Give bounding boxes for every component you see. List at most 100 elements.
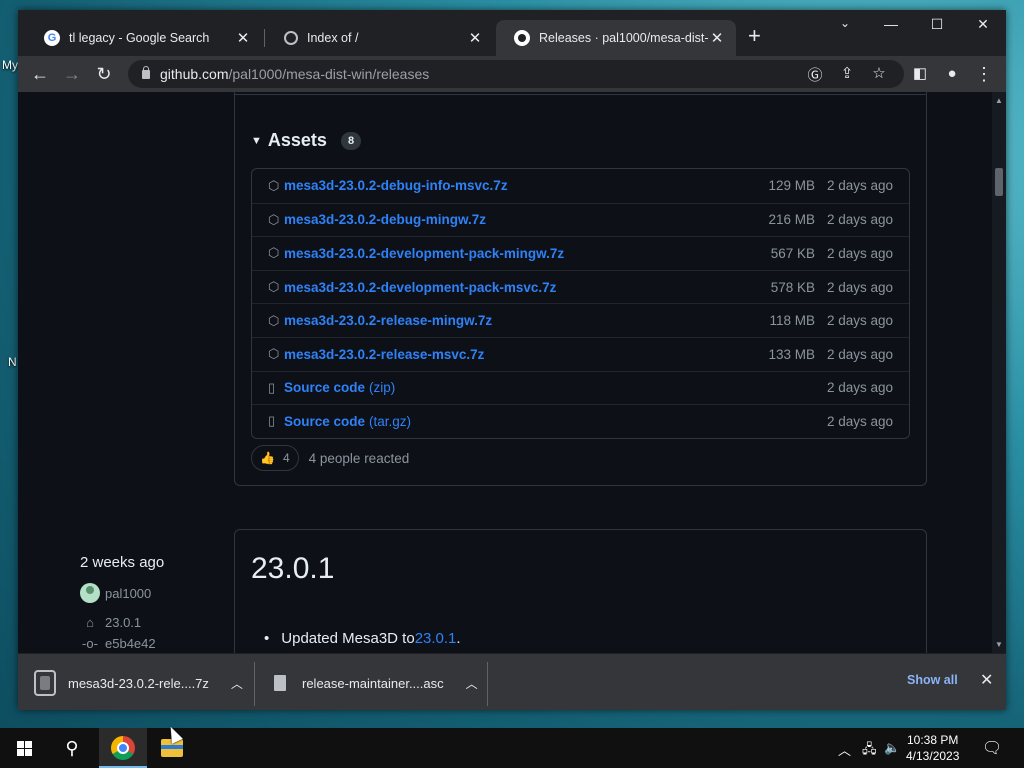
clock-time: 10:38 PM xyxy=(907,733,959,747)
thumbs-up-reaction-button[interactable]: 👍 4 xyxy=(251,445,299,471)
release-date: 2 weeks ago xyxy=(80,554,165,571)
page-content: ▼ Assets 8 ⬡ mesa3d-23.0.2-debug-info-ms… xyxy=(18,92,992,653)
minimize-button[interactable]: — xyxy=(868,16,914,32)
address-bar[interactable]: github.com/pal1000/mesa-dist-win/release… xyxy=(128,60,904,88)
asset-link[interactable]: mesa3d-23.0.2-debug-mingw.7z xyxy=(284,212,725,227)
browser-window: G tl legacy - Google Search ✕ Index of /… xyxy=(18,10,1006,710)
assets-heading: Assets xyxy=(267,130,327,150)
assets-toggle[interactable]: ▼ Assets 8 xyxy=(251,130,362,151)
clock[interactable]: 10:38 PM 4/13/2023 xyxy=(906,732,959,764)
maximize-button[interactable]: ☐ xyxy=(914,16,960,33)
file-zip-icon: ▯ xyxy=(268,379,276,395)
menu-kebab-icon[interactable]: ⋮ xyxy=(972,62,996,86)
asset-size: 118 MB xyxy=(769,313,815,329)
asset-date: 2 days ago xyxy=(826,178,893,194)
asset-row: ⬡ mesa3d-23.0.2-debug-info-msvc.7z 129 M… xyxy=(252,169,909,203)
asset-date: 2 days ago xyxy=(826,313,893,329)
asset-row: ⬡ mesa3d-23.0.2-release-msvc.7z 133 MB 2… xyxy=(252,336,909,371)
asset-date: 2 days ago xyxy=(826,346,893,362)
package-icon: ⬡ xyxy=(268,346,280,362)
bookmark-star-icon[interactable]: ☆ xyxy=(868,64,890,82)
download-separator xyxy=(487,662,488,706)
asset-row: ⬡ mesa3d-23.0.2-development-pack-msvc.7z… xyxy=(252,269,909,304)
download-shelf: mesa3d-23.0.2-rele....7z ︿ release-maint… xyxy=(18,653,1006,710)
search-icon: ⚲ xyxy=(65,737,79,758)
desktop-icon-label[interactable]: My xyxy=(2,58,18,72)
tab-separator xyxy=(264,29,265,47)
tab-title: Index of / xyxy=(307,31,359,45)
commit-sha: e5b4e42 xyxy=(105,636,156,651)
thumbs-up-icon: 👍 xyxy=(260,451,275,465)
start-button[interactable] xyxy=(0,728,48,768)
chevron-up-icon[interactable]: ︿ xyxy=(231,675,243,692)
scrollbar-thumb[interactable] xyxy=(995,168,1003,196)
asset-link[interactable]: mesa3d-23.0.2-debug-info-msvc.7z xyxy=(284,178,725,193)
notification-icon[interactable]: 🗨 xyxy=(982,738,1002,758)
new-tab-button[interactable]: + xyxy=(748,25,761,47)
close-icon[interactable]: ✕ xyxy=(708,29,726,47)
search-button[interactable]: ⚲ xyxy=(48,728,96,768)
show-all-downloads-button[interactable]: Show all xyxy=(907,673,958,687)
release-note-link[interactable]: 23.0.1 xyxy=(415,630,457,647)
close-shelf-icon[interactable]: ✕ xyxy=(980,670,993,690)
download-item[interactable]: mesa3d-23.0.2-rele....7z ︿ xyxy=(34,664,243,702)
assets-count-badge: 8 xyxy=(340,131,362,150)
asset-size: 133 MB xyxy=(768,346,815,362)
author-name: pal1000 xyxy=(105,585,152,601)
section-divider xyxy=(234,94,927,95)
tab-google-search[interactable]: G tl legacy - Google Search ✕ xyxy=(26,20,262,56)
chevron-up-icon[interactable]: ︿ xyxy=(838,740,851,759)
release-title[interactable]: 23.0.1 xyxy=(251,552,334,586)
asset-link[interactable]: mesa3d-23.0.2-development-pack-mingw.7z xyxy=(284,246,725,261)
close-icon[interactable]: ✕ xyxy=(234,29,252,47)
asset-date: 2 days ago xyxy=(826,212,893,228)
download-filename: mesa3d-23.0.2-rele....7z xyxy=(68,675,209,691)
close-window-button[interactable]: ✕ xyxy=(960,16,1006,33)
asset-link[interactable]: mesa3d-23.0.2-release-msvc.7z xyxy=(284,347,725,362)
tab-releases[interactable]: Releases · pal1000/mesa-dist-wi ✕ xyxy=(496,20,736,56)
release-sidebar: 2 weeks ago pal1000 ⌂ 23.0.1 -o- e5b4e42 xyxy=(80,554,164,651)
scroll-up-arrow-icon[interactable]: ▲ xyxy=(995,96,1003,105)
google-lens-icon[interactable]: Ⓖ xyxy=(804,64,826,85)
forward-button[interactable]: → xyxy=(60,62,84,86)
source-code-targz-link[interactable]: Source code (tar.gz) xyxy=(284,414,725,429)
reload-button[interactable]: ↻ xyxy=(92,62,116,86)
back-button[interactable]: ← xyxy=(28,62,52,86)
bullet: • xyxy=(264,630,270,647)
asset-size: 578 KB xyxy=(770,279,815,295)
github-icon xyxy=(514,30,530,46)
taskbar-chrome[interactable] xyxy=(99,728,147,768)
asset-link[interactable]: mesa3d-23.0.2-release-mingw.7z xyxy=(284,313,725,328)
globe-icon xyxy=(284,31,298,45)
page-scrollbar[interactable]: ▲ ▼ xyxy=(992,92,1006,653)
tab-index-of[interactable]: Index of / ✕ xyxy=(266,20,494,56)
commit-link[interactable]: -o- e5b4e42 xyxy=(80,636,164,651)
source-code-zip-link[interactable]: Source code (zip) xyxy=(284,380,725,395)
close-icon[interactable]: ✕ xyxy=(466,29,484,47)
profile-icon[interactable]: ● xyxy=(940,62,964,86)
asset-row: ⬡ mesa3d-23.0.2-development-pack-mingw.7… xyxy=(252,236,909,270)
volume-icon[interactable]: 🔈 xyxy=(884,740,900,756)
lock-icon[interactable] xyxy=(142,65,150,79)
asset-date: 2 days ago xyxy=(826,413,893,429)
share-icon[interactable]: ⇪ xyxy=(836,64,858,82)
chevron-up-icon[interactable]: ︿ xyxy=(466,675,478,692)
asset-link[interactable]: mesa3d-23.0.2-development-pack-msvc.7z xyxy=(284,280,725,295)
network-icon[interactable]: 🖧 xyxy=(862,740,877,762)
clock-date: 4/13/2023 xyxy=(906,749,960,763)
author-link[interactable]: pal1000 xyxy=(80,583,164,603)
scroll-down-arrow-icon[interactable]: ▼ xyxy=(995,640,1003,649)
asset-size: 216 MB xyxy=(768,212,815,228)
download-item[interactable]: release-maintainer....asc ︿ xyxy=(274,664,478,702)
asset-row: ▯ Source code (tar.gz) 2 days ago xyxy=(252,404,909,438)
release-note: • Updated Mesa3D to 23.0.1. xyxy=(264,630,461,647)
browser-toolbar: ← → ↻ github.com/pal1000/mesa-dist-win/r… xyxy=(18,56,1006,92)
asset-row: ⬡ mesa3d-23.0.2-debug-mingw.7z 216 MB 2 … xyxy=(252,202,909,237)
tag-link[interactable]: ⌂ 23.0.1 xyxy=(80,615,164,630)
side-panel-icon[interactable]: ◧ xyxy=(908,62,932,86)
asset-row: ⬡ mesa3d-23.0.2-release-mingw.7z 118 MB … xyxy=(252,303,909,337)
desktop-icon-label[interactable]: N xyxy=(8,355,17,369)
release-note-text: Updated Mesa3D to xyxy=(281,630,415,647)
tab-search-chevron-icon[interactable]: ⌄ xyxy=(822,16,868,30)
url-host: github.com xyxy=(160,66,229,82)
